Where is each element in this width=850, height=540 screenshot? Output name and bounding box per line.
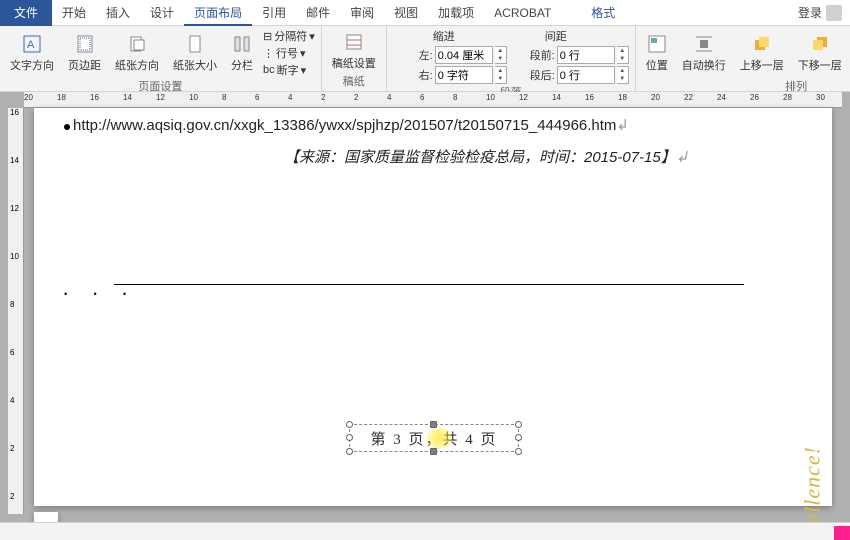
tab-addins[interactable]: 加载项 <box>428 0 484 26</box>
tab-design[interactable]: 设计 <box>140 0 184 26</box>
spacing-title: 间距 <box>545 28 567 44</box>
group-label-manuscript: 稿纸 <box>328 73 380 91</box>
orientation-button[interactable]: 纸张方向 <box>111 31 163 75</box>
tab-references[interactable]: 引用 <box>252 0 296 26</box>
indent-title: 缩进 <box>433 28 455 44</box>
send-backward-button[interactable]: 下移一层 <box>794 31 846 75</box>
columns-icon <box>231 33 253 55</box>
hyphenation-button[interactable]: bc断字 ▾ <box>263 62 315 78</box>
resize-handle[interactable] <box>346 421 353 428</box>
manuscript-icon <box>343 31 365 53</box>
spacing-before-input[interactable] <box>557 46 615 64</box>
login-button[interactable]: 登录 <box>790 4 850 21</box>
group-paragraph: 缩进 间距 左: ▲▼ 段前: ▲▼ <box>387 26 636 91</box>
resize-handle[interactable] <box>515 434 522 441</box>
group-manuscript: 稿纸设置 稿纸 <box>322 26 387 91</box>
watermark-text: We Assure Your Excellence! <box>800 446 826 522</box>
spacing-after: 段后: ▲▼ <box>515 66 629 84</box>
margins-button[interactable]: 页边距 <box>64 31 105 75</box>
indent-right: 右: ▲▼ <box>393 66 507 84</box>
text-direction-button[interactable]: A 文字方向 <box>6 31 58 75</box>
position-icon <box>646 33 668 55</box>
url-text: http://www.aqsiq.gov.cn/xxgk_13386/ywxx/… <box>64 116 629 135</box>
resize-handle[interactable] <box>430 448 437 455</box>
tab-home[interactable]: 开始 <box>52 0 96 26</box>
wrap-icon <box>693 33 715 55</box>
spacing-before-stepper[interactable]: ▲▼ <box>617 46 629 64</box>
tab-file[interactable]: 文件 <box>0 0 52 26</box>
tab-format[interactable]: 格式 <box>581 0 625 26</box>
line-numbers-button[interactable]: ⋮行号 ▾ <box>263 45 315 61</box>
indent-right-input[interactable] <box>435 66 493 84</box>
ribbon: A 文字方向 页边距 纸张方向 纸张大小 分栏 ⊟分隔符 ▾ ⋮行号 ▾ <box>0 26 850 92</box>
resize-handle[interactable] <box>346 434 353 441</box>
document-area: 2018161412108642246810121416182022242628… <box>0 92 850 522</box>
margins-icon <box>74 33 96 55</box>
footer-text-box[interactable]: 第 3 页，共 4 页 <box>349 424 519 452</box>
resize-handle[interactable] <box>515 448 522 455</box>
tab-acrobat[interactable]: ACROBAT <box>484 0 561 26</box>
horizontal-ruler[interactable]: 2018161412108642246810121416182022242628… <box>24 92 842 108</box>
hyphenation-icon: bc <box>263 64 275 76</box>
orientation-icon <box>126 33 148 55</box>
indent-right-stepper[interactable]: ▲▼ <box>495 66 507 84</box>
tab-view[interactable]: 视图 <box>384 0 428 26</box>
send-backward-icon <box>809 33 831 55</box>
spacing-after-input[interactable] <box>557 66 615 84</box>
resize-handle[interactable] <box>430 421 437 428</box>
text-direction-icon: A <box>21 33 43 55</box>
vertical-ruler[interactable]: 1614121086422 <box>8 108 24 514</box>
columns-button[interactable]: 分栏 <box>227 31 257 75</box>
bring-forward-icon <box>751 33 773 55</box>
pink-indicator <box>834 526 850 540</box>
line-numbers-icon: ⋮ <box>263 47 274 60</box>
tab-mailings[interactable]: 邮件 <box>296 0 340 26</box>
indent-left-input[interactable] <box>435 46 493 64</box>
resize-handle[interactable] <box>515 421 522 428</box>
cursor-highlight <box>426 427 452 449</box>
breaks-icon: ⊟ <box>263 30 272 43</box>
position-button[interactable]: 位置 <box>642 31 672 75</box>
login-label: 登录 <box>798 4 822 21</box>
group-page-setup: A 文字方向 页边距 纸张方向 纸张大小 分栏 ⊟分隔符 ▾ ⋮行号 ▾ <box>0 26 322 91</box>
document-page[interactable]: http://www.aqsiq.gov.cn/xxgk_13386/ywxx/… <box>34 108 832 506</box>
indent-left: 左: ▲▼ <box>393 46 507 64</box>
breaks-button[interactable]: ⊟分隔符 ▾ <box>263 28 315 44</box>
next-page-peek <box>34 512 58 522</box>
status-bar <box>0 522 850 540</box>
resize-handle[interactable] <box>346 448 353 455</box>
svg-text:A: A <box>27 39 35 51</box>
menu-bar: 文件 开始 插入 设计 页面布局 引用 邮件 审阅 视图 加载项 ACROBAT… <box>0 0 850 26</box>
tab-review[interactable]: 审阅 <box>340 0 384 26</box>
spacing-before: 段前: ▲▼ <box>515 46 629 64</box>
tab-page-layout[interactable]: 页面布局 <box>184 0 252 26</box>
avatar-icon <box>826 5 842 21</box>
horizontal-rule <box>114 284 744 285</box>
wrap-button[interactable]: 自动换行 <box>678 31 730 75</box>
bring-forward-button[interactable]: 上移一层 <box>736 31 788 75</box>
tab-insert[interactable]: 插入 <box>96 0 140 26</box>
size-button[interactable]: 纸张大小 <box>169 31 221 75</box>
indent-left-stepper[interactable]: ▲▼ <box>495 46 507 64</box>
manuscript-button[interactable]: 稿纸设置 <box>328 29 380 73</box>
source-text: 【来源：国家质量监督检验检疫总局，时间：2015-07-15】↲ <box>284 146 688 167</box>
size-icon <box>184 33 206 55</box>
spacing-after-stepper[interactable]: ▲▼ <box>617 66 629 84</box>
group-arrange: 位置 自动换行 上移一层 下移一层 选择窗格 ⫟对齐 ▾ ⧉组合 ▾ ⟳旋转 ▾… <box>636 26 850 91</box>
